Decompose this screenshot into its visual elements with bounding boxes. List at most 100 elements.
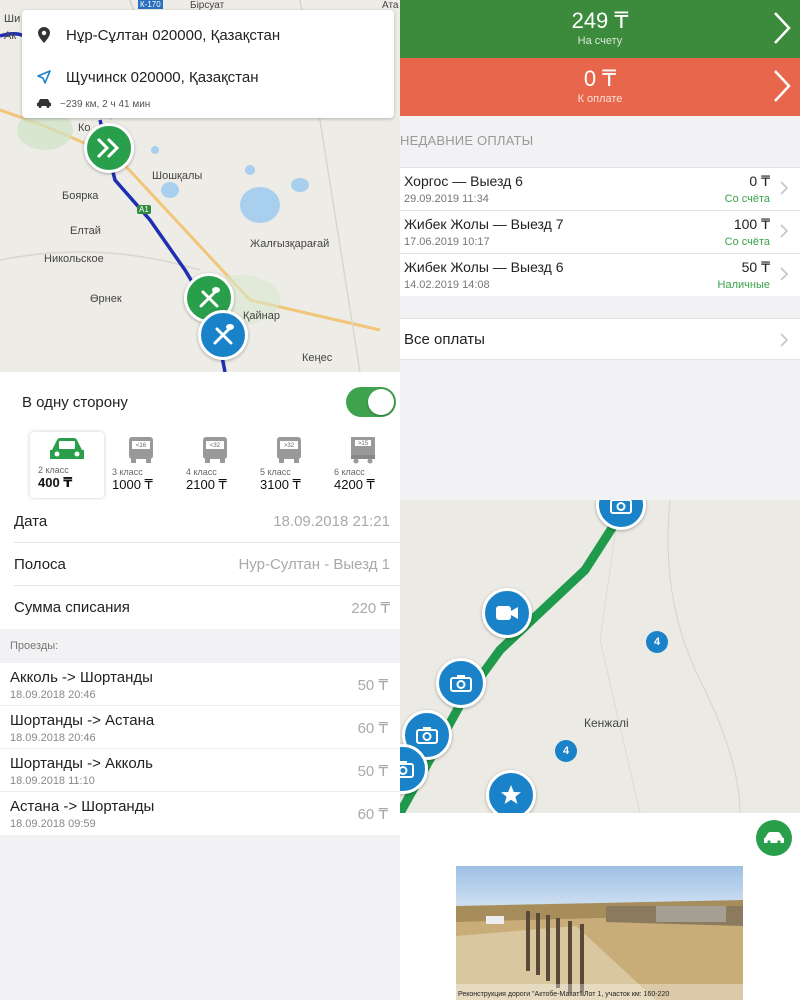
payment-method: Со счёта: [724, 193, 770, 205]
trip-date: 18.09.2018 20:46: [10, 689, 96, 701]
payment-method: Со счёта: [724, 236, 770, 248]
recent-payments-header: Недавние оплаты: [400, 133, 534, 148]
map-label: Ши: [4, 13, 21, 25]
vehicle-class-badge: >15: [358, 441, 369, 447]
payment-method: Наличные: [717, 279, 770, 291]
navigation-arrow-icon: [22, 70, 66, 84]
map-label: Никольское: [44, 253, 104, 265]
camera-icon: [610, 500, 632, 514]
map-label: Кеңес: [302, 352, 333, 364]
video-camera-marker[interactable]: [482, 588, 532, 638]
table-row: Шортанды -> Акколь 18.09.2018 11:10 50 ₸: [0, 749, 400, 792]
vehicle-class-5[interactable]: >32 5 класс 3100 ₸: [252, 432, 326, 498]
highway-badge: К-170: [138, 0, 163, 9]
payment-name: Хоргос — Выезд 6: [404, 173, 523, 189]
food-marker[interactable]: [198, 310, 248, 360]
detail-value: 18.09.2018 21:21: [273, 513, 390, 530]
payment-name: Жибек Жолы — Выезд 7: [404, 216, 564, 232]
balance-banner[interactable]: 249 ₸ На счету: [400, 0, 800, 58]
table-row: Шортанды -> Астана 18.09.2018 20:46 60 ₸: [0, 706, 400, 749]
route-map[interactable]: Ши Ак Ко Шошқалы Бояркa A1 Елтай Жалғызқ…: [0, 0, 400, 372]
map-label: Бояркa: [62, 190, 99, 202]
car-icon: [36, 98, 52, 111]
trip-price: 60 ₸: [357, 806, 388, 823]
one-way-row: В одну сторону: [0, 372, 400, 432]
vehicle-class-name: 5 класс: [260, 467, 291, 477]
one-way-label: В одну сторону: [22, 393, 128, 411]
list-item[interactable]: Хоргос — Выезд 6 29.09.2019 11:34 0 ₸ Со…: [400, 167, 800, 210]
payments-panel: 249 ₸ На счету 0 ₸ К оплате Недавние опл…: [400, 0, 800, 500]
road-map-canvas: [400, 500, 741, 813]
road-construction-photo[interactable]: Реконструкция дороги "Актобе-Макат" Лот …: [456, 866, 743, 1000]
cluster-marker[interactable]: 4: [646, 631, 668, 653]
location-pin-icon: [22, 27, 66, 43]
map-label: Кенжалі: [584, 716, 629, 730]
construction-photo: [456, 866, 743, 1000]
video-camera-icon: [496, 606, 518, 620]
road-map[interactable]: Кенжалі 4 4: [400, 500, 800, 820]
list-item[interactable]: Жибек Жолы — Выезд 6 14.02.2019 14:08 50…: [400, 253, 800, 296]
payment-amount: 100 ₸: [733, 216, 770, 232]
all-payments-label: Все оплаты: [404, 331, 485, 348]
payment-date: 14.02.2019 14:08: [404, 279, 490, 291]
route-from: Нұр-Сұлтан 020000, Қазақстан: [66, 26, 281, 44]
route-card: Нұр-Сұлтан 020000, Қазақстан Щучинск 020…: [22, 10, 394, 118]
camera-icon: [450, 675, 472, 692]
vehicle-class-price: 1000 ₸: [112, 477, 153, 492]
detail-value: 220 ₸: [351, 600, 390, 617]
vehicle-class-3[interactable]: <16 3 класс 1000 ₸: [104, 432, 178, 498]
detail-key: Полоса: [14, 556, 66, 573]
vehicle-class-price: 2100 ₸: [186, 477, 227, 492]
trip-date: 18.09.2018 09:59: [10, 818, 96, 830]
car-mode-button[interactable]: [756, 820, 792, 856]
cluster-marker[interactable]: 4: [555, 740, 577, 762]
list-item[interactable]: Жибек Жолы — Выезд 7 17.06.2019 10:17 10…: [400, 210, 800, 253]
trips-header: Проезды:: [10, 640, 59, 652]
truck-icon: >15: [351, 437, 375, 464]
payment-amount: 0 ₸: [749, 173, 770, 189]
trip-route: Шортанды -> Астана: [10, 712, 155, 729]
road-info-panel: Кенжалі 4 4 Реконструкция дороги "Актобе…: [400, 500, 800, 1000]
vehicle-class-price: 400 ₸: [38, 475, 73, 490]
vehicle-class-price: 4200 ₸: [334, 477, 375, 492]
map-label: Өрнек: [90, 293, 122, 305]
bus-icon: >32: [277, 437, 301, 463]
highway-badge: A1: [137, 205, 151, 214]
trip-date: 18.09.2018 20:46: [10, 732, 96, 744]
payment-amount: 50 ₸: [741, 259, 770, 275]
all-payments-button[interactable]: Все оплаты: [400, 318, 800, 360]
start-marker[interactable]: [84, 123, 134, 173]
trip-price: 50 ₸: [357, 763, 388, 780]
due-banner[interactable]: 0 ₸ К оплате: [400, 58, 800, 116]
detail-key: Дата: [14, 513, 48, 530]
route-distance-time: ~239 км, 2 ч 41 мин: [60, 99, 151, 110]
vehicle-class-badge: <16: [136, 443, 147, 449]
map-label: Қайнар: [243, 310, 280, 322]
chevron-right-icon: [780, 224, 788, 238]
one-way-toggle[interactable]: [346, 387, 396, 417]
minibus-icon: <16: [129, 437, 153, 463]
table-row: Астана -> Шортанды 18.09.2018 09:59 60 ₸: [0, 792, 400, 835]
car-icon: [50, 438, 84, 459]
chevron-right-icon: [780, 267, 788, 281]
vehicle-class-2[interactable]: 2 класс 400 ₸: [30, 432, 104, 498]
vehicle-class-selector: 2 класс 400 ₸ <16 3 класс 1000 ₸ <32 4 к…: [0, 432, 400, 500]
photo-caption: Реконструкция дороги "Актобе-Макат" Лот …: [458, 991, 670, 998]
detail-row-amount: Сумма списания 220 ₸: [0, 586, 400, 629]
camera-marker[interactable]: [436, 658, 486, 708]
route-meta: ~239 км, 2 ч 41 мин: [36, 98, 150, 111]
vehicle-class-4[interactable]: <32 4 класс 2100 ₸: [178, 432, 252, 498]
vehicle-class-name: 3 класс: [112, 467, 143, 477]
chevron-right-icon: [780, 181, 788, 195]
vehicle-class-name: 2 класс: [38, 465, 69, 475]
detail-row-lane: Полоса Нур-Султан - Выезд 1: [0, 543, 400, 586]
trip-price: 50 ₸: [357, 677, 388, 694]
route-panel: Ши Ак Ко Шошқалы Бояркa A1 Елтай Жалғызқ…: [0, 0, 400, 500]
route-from-row[interactable]: Нұр-Сұлтан 020000, Қазақстан: [22, 20, 280, 50]
car-icon: [764, 832, 784, 844]
vehicle-class-price: 3100 ₸: [260, 477, 301, 492]
fork-spoon-icon: [199, 287, 220, 308]
route-to-row[interactable]: Щучинск 020000, Қазақстан: [22, 62, 259, 92]
transaction-details-panel: Дата 18.09.2018 21:21 Полоса Нур-Султан …: [0, 500, 400, 1000]
vehicle-class-6[interactable]: >15 6 класс 4200 ₸: [326, 432, 400, 498]
